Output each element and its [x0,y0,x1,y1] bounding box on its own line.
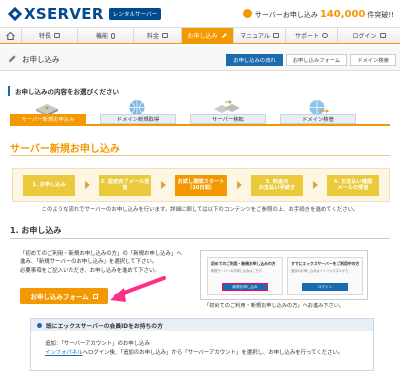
campaign-count: 140,000 [319,9,366,20]
flow-step-1: 1. お申し込み [23,174,75,196]
pencil-icon [9,55,16,62]
desc-line-2: 進み、「新規サーバーのお申し込み」を選択して下さい。 [20,259,158,266]
preview-caption: 「初めてのご利用・新規お申し込みの方」へお進み下さい。 [204,303,345,309]
mouse-icon [111,32,115,39]
subtab-form[interactable]: お申し込みフォーム [285,54,348,66]
step-description: 「初めてのご利用・新規お申し込みの方」の「新規お申し込み」へ 進み、「新規サーバ… [20,250,190,275]
lock-icon [379,33,386,38]
tab-server-transfer[interactable]: サーバー移転 [190,99,266,124]
book-icon [272,33,279,38]
flow-arrow-icon [84,181,90,189]
logo-badge: レンタルサーバー [108,8,162,20]
nav-support-label: サポート [294,33,319,40]
main-title: サーバー新規お申し込み [10,144,120,155]
pointer-arrow-icon [110,276,166,302]
nav-home[interactable] [0,28,22,43]
existing-member-line-1: 追加：「サーバーアカウント」のお申し込み [45,341,150,347]
tab-domain-new-label: ドメイン新規取得 [100,114,176,124]
flow-step-2-text: 2. 設定完了メール受信 [100,178,150,191]
preview-existing-user-panel: すでにエックスサーバーをご利用中の方 追加のお申し込みはインフォパネルから ログ… [287,257,363,295]
title-divider [10,155,390,156]
campaign-label: サーバーお申し込み [254,11,318,19]
person-icon [322,33,328,38]
nav-pricing[interactable]: 料金 [134,28,182,43]
nav-support[interactable]: サポート [286,28,338,43]
apply-form-button-label: お申し込みフォーム [30,293,89,301]
campaign-suffix: 件突破!! [367,11,394,19]
wallet-icon [162,33,168,38]
tab-server-transfer-label: サーバー移転 [190,114,266,124]
login-preview-image: 初めてのご利用・新規お申し込みの方 新規サーバーのお申し込みはこちら 新規お申し… [200,250,368,300]
campaign-banner[interactable]: サーバーお申し込み 140,000 件突破!! [242,8,394,20]
existing-member-heading-text: 既にエックスサーバーの会員IDをお持ちの方 [46,323,163,330]
preview-new-user-panel: 初めてのご利用・新規お申し込みの方 新規サーバーのお申し込みはこちら 新規お申し… [207,257,283,295]
flow-step-3: 3. 料金の お支払い手続き [251,174,303,196]
monitor-icon [54,33,60,38]
nav-login-label: ログイン [352,33,377,40]
subtab-domain-search[interactable]: ドメイン検索 [350,54,396,66]
flow-step-trial: お試し期間スタート （10日間） [175,174,227,196]
nav-apply-label: お申し込み [187,33,218,40]
nav-apply[interactable]: お申し込み [182,28,234,43]
flow-arrow-icon [160,181,166,189]
flow-step-trial-line2: （10日間） [187,185,215,191]
site-header: XSERVER レンタルサーバー サーバーお申し込み 140,000 件突破!! [0,0,400,26]
nav-pricing-label: 料金 [146,33,159,40]
desc-line-1: 「初めてのご利用・新規お申し込みの方」の「新規お申し込み」へ [20,251,182,257]
step-heading: 1. お申し込み [10,226,62,235]
main-nav: 特長 機能 料金 お申し込み マニュアル サポート ログイン [0,27,400,44]
medal-icon [242,9,252,18]
subtab-flow[interactable]: お申し込みの流れ [226,54,283,66]
service-tabs: サーバー新規お申込み ドメイン新規取得 サーバー移転 ドメイン移管 [10,99,390,126]
subtabs: お申し込みの流れ お申し込みフォーム ドメイン検索 [223,54,396,66]
logo-text: XSERVER [24,5,104,23]
tab-server-new-label: サーバー新規お申込み [10,114,86,124]
nav-functions-label: 機能 [95,33,108,40]
existing-member-heading: 既にエックスサーバーの会員IDをお持ちの方 [31,319,373,331]
existing-member-line-2: インフォパネルへログイン後、「追加のお申し込み」から「サーバーアカウント」を選択… [45,348,343,356]
preview-left-title: 初めてのご利用・新規お申し込みの方 [211,261,276,266]
existing-member-box: 既にエックスサーバーの会員IDをお持ちの方 追加：「サーバーアカウント」のお申し… [30,318,374,371]
preview-new-apply-button: 新規お申し込み [222,283,268,291]
application-flow: 1. お申し込み 2. 設定完了メール受信 お試し期間スタート （10日間） 3… [12,168,390,202]
nav-manual-label: マニュアル [240,33,270,40]
tab-domain-transfer[interactable]: ドメイン移管 [280,99,356,124]
flow-step-2: 2. 設定完了メール受信 [99,174,151,196]
existing-member-line-2-text: へログイン後、「追加のお申し込み」から「サーバーアカウント」を選択し、お申し込み… [82,350,344,356]
page-title: お申し込み [22,55,60,64]
home-icon [6,31,15,40]
infopanel-link[interactable]: インフォパネル [45,350,83,356]
preview-right-title: すでにエックスサーバーをご利用中の方 [291,261,360,266]
preview-left-text: 新規サーバーのお申し込みはこちら [211,269,262,273]
nav-functions[interactable]: 機能 [78,28,134,43]
xserver-logo[interactable]: XSERVER レンタルサーバー [7,5,162,23]
logo-mark-icon [7,6,23,22]
section-heading: お申し込みの内容をお選びください [8,86,119,96]
tab-domain-transfer-label: ドメイン移管 [280,114,356,124]
nav-login[interactable]: ログイン [338,28,400,43]
pencil-icon [221,33,227,38]
flow-step-4-line2: メールの受信 [337,185,369,191]
step-divider [10,238,390,239]
nav-features[interactable]: 特長 [22,28,78,43]
preview-right-text: 追加のお申し込みはインフォパネルから [291,269,349,273]
flow-step-4: 4. お支払い確認 メールの受信 [327,174,379,196]
flow-note: このような流れでサーバーのお申し込みを行います。詳細に関しては以下のコンテンツを… [41,207,359,213]
flow-step-1-text: 1. お申し込み [32,181,66,188]
preview-login-button: ログイン [302,283,348,291]
tab-server-new[interactable]: サーバー新規お申込み [10,99,86,124]
nav-manual[interactable]: マニュアル [234,28,286,43]
flow-step-3-line2: お支払い手続き [258,185,296,191]
tab-domain-new[interactable]: ドメイン新規取得 [100,99,176,124]
nav-features-label: 特長 [38,33,51,40]
flow-arrow-icon [312,181,318,189]
flow-arrow-icon [236,181,242,189]
bullet-icon [37,322,42,328]
page-title-bar: お申し込み お申し込みの流れ お申し込みフォーム ドメイン検索 [0,47,400,71]
